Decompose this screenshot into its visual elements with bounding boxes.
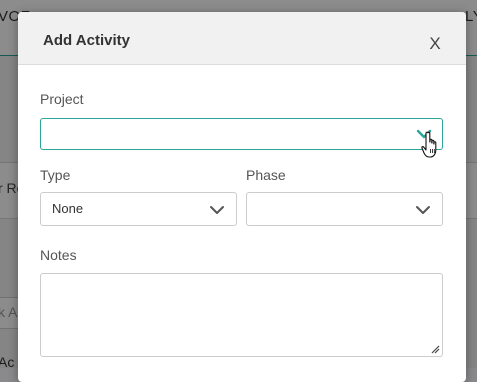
notes-label: Notes xyxy=(40,247,77,263)
phase-select[interactable] xyxy=(246,192,443,226)
type-label: Type xyxy=(40,167,71,183)
chevron-down-icon xyxy=(416,206,430,214)
hand-pointer-cursor-icon xyxy=(421,131,437,158)
notes-textarea[interactable] xyxy=(40,273,443,357)
modal-title: Add Activity xyxy=(43,32,130,49)
close-button[interactable]: X xyxy=(422,31,448,57)
project-label: Project xyxy=(40,91,84,107)
type-select[interactable]: None xyxy=(40,192,237,226)
modal-header: Add Activity X xyxy=(18,12,466,65)
add-activity-modal: Add Activity X Project Type None Phase N… xyxy=(18,12,466,382)
chevron-down-icon xyxy=(210,206,224,214)
phase-label: Phase xyxy=(246,167,286,183)
project-select[interactable] xyxy=(40,118,443,150)
resize-handle-icon[interactable] xyxy=(430,344,440,354)
type-select-value: None xyxy=(52,201,84,216)
